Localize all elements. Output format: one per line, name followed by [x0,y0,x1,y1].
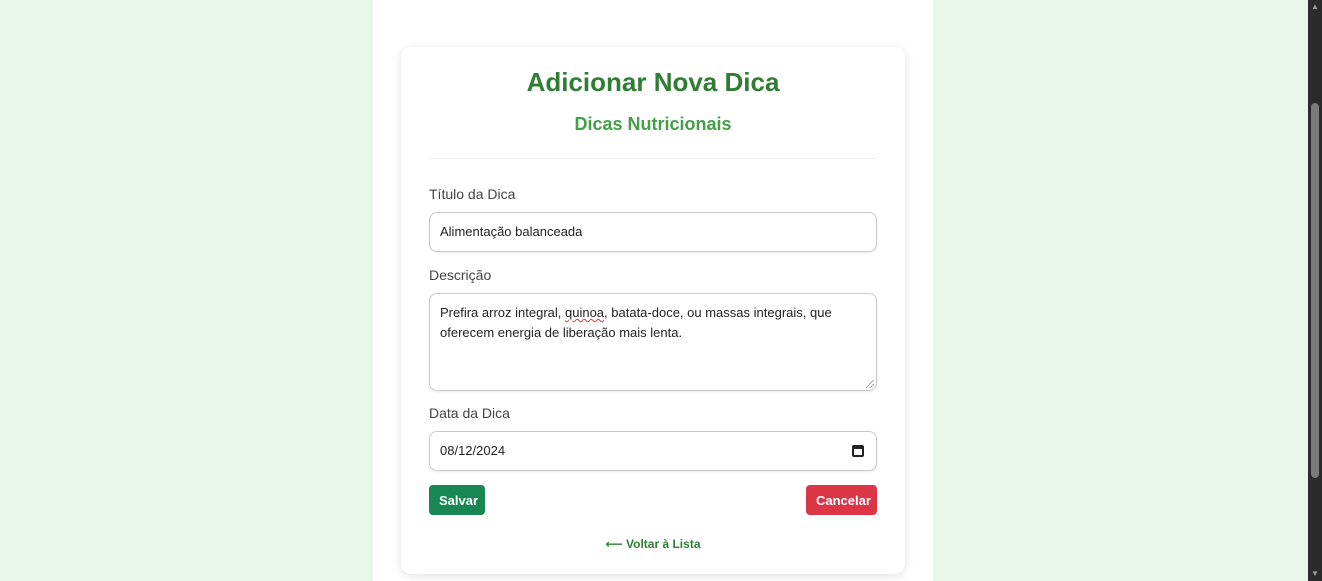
resize-grip-icon[interactable] [866,380,874,388]
spellcheck-flagged-word: quinoa [565,305,605,320]
divider [429,158,877,159]
save-button[interactable]: Salvar [429,485,485,515]
description-text-start: Prefira arroz integral, [440,305,565,320]
calendar-icon[interactable] [852,445,864,457]
date-input-value: 08/12/2024 [440,443,506,458]
title-input-value: Alimentação balanceada [440,224,583,239]
page-subtitle: Dicas Nutricionais [574,114,732,134]
title-label: Título da Dica [429,186,516,202]
scroll-down-arrow-icon[interactable]: ▼ [1311,570,1319,578]
cancel-button[interactable]: Cancelar [806,485,877,515]
viewport: Adicionar Nova Dica Dicas Nutricionais T… [0,0,1322,581]
date-input[interactable]: 08/12/2024 [429,431,877,471]
scroll-up-arrow-icon[interactable]: ▲ [1311,3,1319,11]
page-title: Adicionar Nova Dica [526,67,780,97]
date-label: Data da Dica [429,405,510,421]
scroll-thumb[interactable] [1311,103,1319,478]
description-label: Descrição [429,267,492,283]
description-textarea[interactable]: Prefira arroz integral, quinoa, batata-d… [429,293,877,391]
back-to-list-link[interactable]: ⟵ Voltar à Lista [401,537,905,551]
vertical-scrollbar[interactable]: ▲ ▼ [1308,0,1322,581]
title-input[interactable]: Alimentação balanceada [429,212,877,252]
form-card: Adicionar Nova Dica Dicas Nutricionais T… [401,47,905,574]
